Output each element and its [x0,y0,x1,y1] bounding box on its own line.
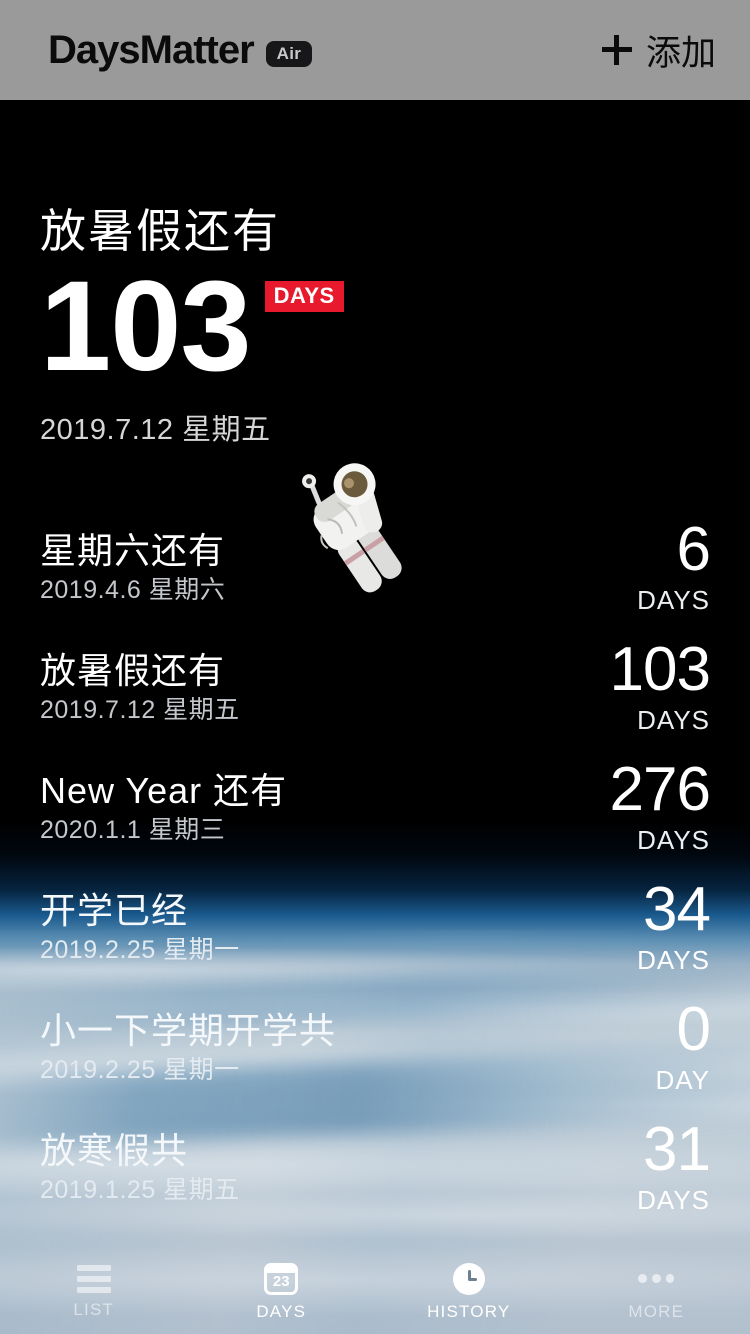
event-title: 小一下学期开学共 [40,1010,337,1052]
row-text-group: 放寒假共 2019.1.25 星期五 [40,1131,240,1204]
tab-more-label: MORE [628,1301,685,1321]
plus-icon [601,35,632,65]
hero-days-badge: DAYS [264,280,344,312]
event-unit: DAYS [637,584,710,615]
calendar-day-number: 23 [272,1272,290,1290]
air-badge: Air [265,41,313,67]
event-date: 2019.2.25 星期一 [40,936,240,965]
row-text-group: 放暑假还有 2019.7.12 星期五 [40,651,240,724]
calendar-icon: 23 [264,1262,299,1295]
row-text-group: 星期六还有 2019.4.6 星期六 [40,531,225,604]
event-title: 放寒假共 [40,1130,189,1172]
row-count-group: 103 DAYS [609,635,711,736]
event-unit: DAYS [637,824,710,855]
list-icon [76,1264,111,1293]
top-bar: DaysMatter Air 添加 [0,0,750,100]
add-event-button[interactable]: 添加 [601,25,716,76]
event-count: 34 [643,875,711,945]
tab-more[interactable]: MORE [563,1263,750,1322]
table-row[interactable]: 星期六还有 2019.4.6 星期六 6 DAYS [0,508,750,628]
event-unit: DAY [655,1064,710,1095]
event-title: New Year 还有 [40,770,288,812]
row-count-group: 31 DAYS [637,1115,711,1216]
table-row[interactable]: 小一下学期开学共 2019.2.25 星期一 0 DAY [0,988,750,1108]
hero-countdown[interactable]: 放暑假还有 103 DAYS 2019.7.12 星期五 [40,206,680,448]
event-count: 0 [676,995,711,1065]
app-root: DaysMatter Air 添加 放暑假还有 103 DAYS 2019.7.… [0,0,750,1334]
row-count-group: 0 DAY [655,995,711,1096]
event-title: 开学已经 [40,890,189,932]
row-text-group: 开学已经 2019.2.25 星期一 [40,891,240,964]
event-title: 星期六还有 [40,530,226,572]
tab-days-label: DAYS [256,1301,307,1321]
table-row[interactable]: 放寒假共 2019.1.25 星期五 31 DAYS [0,1108,750,1228]
row-text-group: 小一下学期开学共 2019.2.25 星期一 [40,1011,336,1084]
row-count-group: 276 DAYS [609,755,711,856]
event-date: 2019.2.25 星期一 [40,1056,240,1085]
ellipsis-icon [638,1263,675,1295]
clock-icon [452,1262,485,1295]
row-text-group: New Year 还有 2020.1.1 星期三 [40,771,287,844]
event-unit: DAYS [637,704,710,735]
row-count-group: 6 DAYS [637,515,711,616]
event-date: 2019.4.6 星期六 [40,576,226,605]
table-row[interactable]: New Year 还有 2020.1.1 星期三 276 DAYS [0,748,750,868]
hero-title: 放暑假还有 [40,205,280,257]
bottom-tab-bar: LIST 23 DAYS HISTORY MORE [0,1250,750,1334]
table-row[interactable]: 开学已经 2019.2.25 星期一 34 DAYS [0,868,750,988]
app-title: DaysMatter [48,27,255,72]
hero-number-row: 103 DAYS [40,254,680,398]
table-row[interactable]: 放暑假还有 2019.7.12 星期五 103 DAYS [0,628,750,748]
event-title: 放暑假还有 [40,650,226,692]
tab-history[interactable]: HISTORY [375,1262,563,1322]
event-unit: DAYS [637,944,710,975]
event-count: 276 [609,755,711,825]
tab-list-label: LIST [73,1299,115,1319]
app-brand: DaysMatter Air [48,27,313,73]
event-list: 星期六还有 2019.4.6 星期六 6 DAYS 放暑假还有 2019.7.1… [0,508,750,1228]
event-date: 2020.1.1 星期三 [40,816,226,845]
row-count-group: 34 DAYS [637,875,711,976]
event-date: 2019.7.12 星期五 [40,696,240,725]
event-count: 31 [643,1115,711,1185]
hero-date: 2019.7.12 星期五 [40,414,271,447]
event-count: 6 [676,515,711,585]
hero-number: 103 [40,254,252,398]
event-count: 103 [609,635,711,705]
tab-history-label: HISTORY [427,1301,511,1321]
event-unit: DAYS [637,1184,710,1215]
add-button-label: 添加 [645,33,716,73]
event-date: 2019.1.25 星期五 [40,1176,240,1205]
tab-days[interactable]: 23 DAYS [188,1262,376,1322]
tab-list[interactable]: LIST [0,1264,188,1320]
